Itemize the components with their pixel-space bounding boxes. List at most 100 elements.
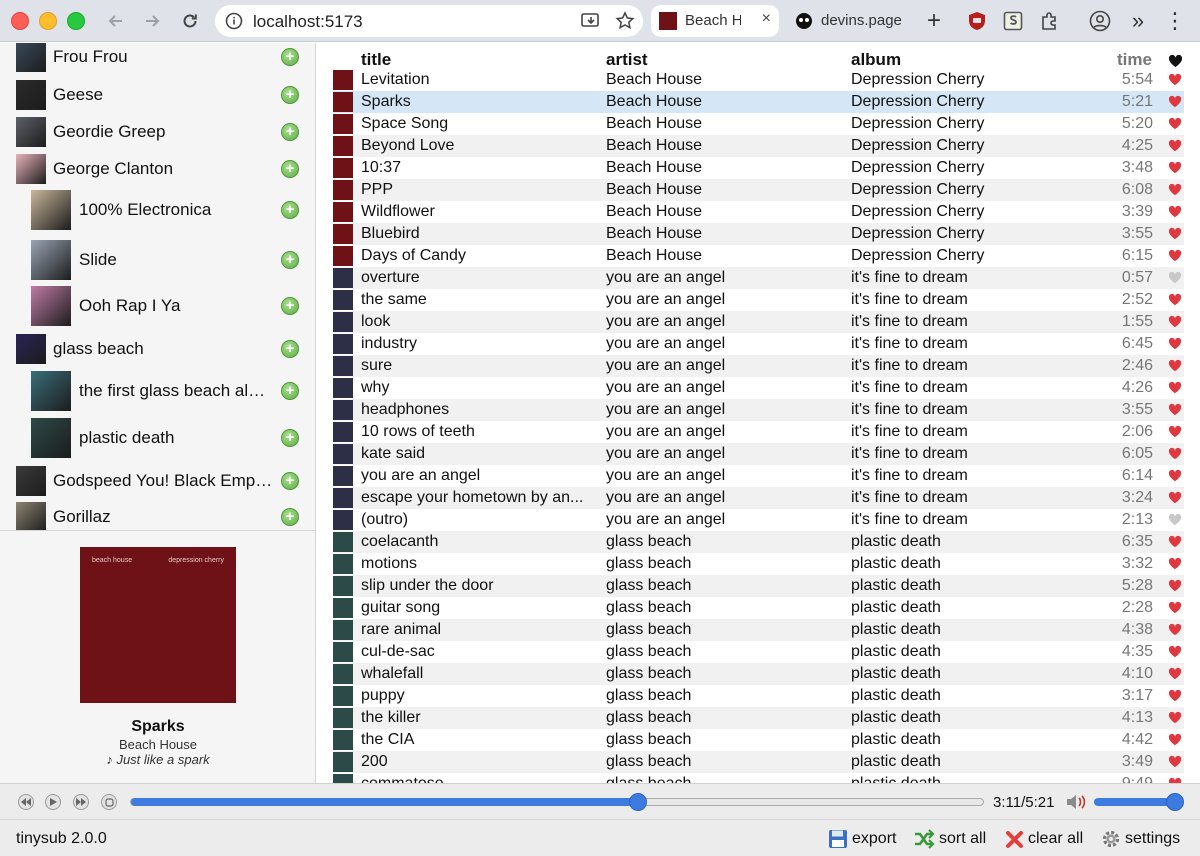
heart-filled-icon[interactable] bbox=[1168, 491, 1182, 505]
album-item[interactable]: 100% Electronica + bbox=[0, 187, 316, 232]
back-arrow-icon[interactable] bbox=[104, 9, 128, 33]
heart-filled-icon[interactable] bbox=[1168, 249, 1182, 263]
table-row[interactable]: headphones you are an angel it's fine to d… bbox=[333, 399, 1184, 421]
seek-handle[interactable] bbox=[629, 793, 648, 811]
heart-filled-icon[interactable] bbox=[1168, 403, 1182, 417]
volume-handle[interactable] bbox=[1166, 793, 1184, 811]
tab-devins-page[interactable]: devins.page bbox=[787, 5, 915, 37]
table-row[interactable]: coelacanth glass beach plastic death 6:35 bbox=[333, 531, 1184, 553]
artist-item[interactable]: Godspeed You! Black Emper... + bbox=[0, 463, 316, 498]
add-to-queue-button[interactable]: + bbox=[281, 200, 299, 219]
table-row[interactable]: Wildflower Beach House Depression Cherry 3:… bbox=[333, 201, 1184, 223]
heart-filled-icon[interactable] bbox=[1168, 359, 1182, 373]
table-row[interactable]: Sparks Beach House Depression Cherry 5:21 bbox=[333, 91, 1184, 113]
track-table[interactable]: title artist album time Levitation Beach … bbox=[317, 43, 1200, 783]
previous-track-icon[interactable] bbox=[18, 794, 34, 810]
minimize-window-button[interactable] bbox=[39, 12, 57, 30]
heart-filled-icon[interactable] bbox=[1168, 447, 1182, 461]
album-item[interactable]: the first glass beach alb... + bbox=[0, 368, 316, 413]
header-title[interactable]: title bbox=[361, 50, 391, 70]
table-row[interactable]: the same you are an angel it's fine to dre… bbox=[333, 289, 1184, 311]
heart-filled-icon[interactable] bbox=[1168, 469, 1182, 483]
add-to-queue-button[interactable]: + bbox=[281, 122, 299, 141]
album-item[interactable]: Slide + bbox=[0, 237, 316, 282]
header-album[interactable]: album bbox=[851, 50, 901, 70]
table-row[interactable]: sure you are an angel it's fine to dream 2:… bbox=[333, 355, 1184, 377]
clear-all-button[interactable]: clear all bbox=[1005, 828, 1083, 850]
header-time[interactable]: time bbox=[1117, 50, 1152, 70]
album-item[interactable]: Ooh Rap I Ya + bbox=[0, 283, 316, 328]
table-row[interactable]: Beyond Love Beach House Depression Cherry 4… bbox=[333, 135, 1184, 157]
heart-filled-icon[interactable] bbox=[1168, 689, 1182, 703]
sort-all-button[interactable]: sort all bbox=[914, 828, 986, 850]
heart-filled-icon[interactable] bbox=[1168, 535, 1182, 549]
add-to-queue-button[interactable]: + bbox=[281, 428, 299, 447]
heart-filled-icon[interactable] bbox=[1168, 95, 1182, 109]
heart-filled-icon[interactable] bbox=[1168, 117, 1182, 131]
table-row[interactable]: Space Song Beach House Depression Cherry 5:… bbox=[333, 113, 1184, 135]
tab-tinysub[interactable]: Beach H × bbox=[651, 5, 779, 37]
add-to-queue-button[interactable]: + bbox=[281, 507, 299, 526]
add-to-queue-button[interactable]: + bbox=[281, 47, 299, 66]
close-tab-icon[interactable]: × bbox=[762, 10, 771, 28]
heart-filled-icon[interactable] bbox=[1168, 381, 1182, 395]
bookmark-star-icon[interactable] bbox=[615, 11, 635, 36]
table-row[interactable]: PPP Beach House Depression Cherry 6:08 bbox=[333, 179, 1184, 201]
heart-filled-icon[interactable] bbox=[1168, 623, 1182, 637]
artist-item[interactable]: glass beach + bbox=[0, 331, 316, 366]
ublock-icon[interactable] bbox=[964, 8, 990, 34]
heart-filled-icon[interactable] bbox=[1168, 755, 1182, 769]
export-button[interactable]: export bbox=[828, 828, 896, 850]
maximize-window-button[interactable] bbox=[67, 12, 85, 30]
heart-filled-icon[interactable] bbox=[1168, 73, 1182, 87]
heart-filled-icon[interactable] bbox=[1168, 293, 1182, 307]
heart-filled-icon[interactable] bbox=[1168, 425, 1182, 439]
add-to-queue-button[interactable]: + bbox=[281, 381, 299, 400]
table-row[interactable]: industry you are an angel it's fine to dre… bbox=[333, 333, 1184, 355]
header-artist[interactable]: artist bbox=[606, 50, 648, 70]
reload-icon[interactable] bbox=[178, 9, 202, 33]
table-row[interactable]: 10:37 Beach House Depression Cherry 3:48 bbox=[333, 157, 1184, 179]
table-row[interactable]: slip under the door glass beach plastic de… bbox=[333, 575, 1184, 597]
table-row[interactable]: rare animal glass beach plastic death 4:38 bbox=[333, 619, 1184, 641]
seek-bar[interactable] bbox=[130, 798, 984, 806]
artist-item[interactable]: Gorillaz + bbox=[0, 499, 316, 530]
table-row[interactable]: why you are an angel it's fine to dream 4:2… bbox=[333, 377, 1184, 399]
artist-item[interactable]: Frou Frou + bbox=[0, 43, 316, 72]
add-to-queue-button[interactable]: + bbox=[281, 339, 299, 358]
heart-filled-icon[interactable] bbox=[1168, 579, 1182, 593]
add-to-queue-button[interactable]: + bbox=[281, 296, 299, 315]
artist-item[interactable]: George Clanton + bbox=[0, 151, 316, 186]
table-row[interactable]: look you are an angel it's fine to dream 1:… bbox=[333, 311, 1184, 333]
address-bar[interactable]: localhost:5173 bbox=[215, 5, 643, 37]
table-row[interactable]: (outro) you are an angel it's fine to drea… bbox=[333, 509, 1184, 531]
table-row[interactable]: whalefall glass beach plastic death 4:10 bbox=[333, 663, 1184, 685]
heart-filled-icon[interactable] bbox=[1168, 667, 1182, 681]
repeat-icon[interactable] bbox=[101, 794, 117, 810]
heart-filled-icon[interactable] bbox=[1168, 227, 1182, 241]
heart-filled-icon[interactable] bbox=[1168, 183, 1182, 197]
table-row[interactable]: escape your hometown by an... you are an … bbox=[333, 487, 1184, 509]
heart-filled-icon[interactable] bbox=[1168, 161, 1182, 175]
table-row[interactable]: 200 glass beach plastic death 3:49 bbox=[333, 751, 1184, 773]
add-to-queue-button[interactable]: + bbox=[281, 471, 299, 490]
heart-filled-icon[interactable] bbox=[1168, 337, 1182, 351]
expand-chevron-icon[interactable]: » bbox=[1125, 8, 1151, 34]
add-to-queue-button[interactable]: + bbox=[281, 85, 299, 104]
table-row[interactable]: cul-de-sac glass beach plastic death 4:35 bbox=[333, 641, 1184, 663]
install-app-icon[interactable] bbox=[581, 12, 601, 35]
table-row[interactable]: the killer glass beach plastic death 4:13 bbox=[333, 707, 1184, 729]
volume-speaker-icon[interactable] bbox=[1065, 793, 1087, 811]
extensions-puzzle-icon[interactable] bbox=[1037, 8, 1063, 34]
table-row[interactable]: overture you are an angel it's fine to dre… bbox=[333, 267, 1184, 289]
table-row[interactable]: you are an angel you are an angel it's fin… bbox=[333, 465, 1184, 487]
table-row[interactable]: Bluebird Beach House Depression Cherry 3:55 bbox=[333, 223, 1184, 245]
stylus-extension-icon[interactable] bbox=[1000, 8, 1026, 34]
table-row[interactable]: 10 rows of teeth you are an angel it's fin… bbox=[333, 421, 1184, 443]
forward-arrow-icon[interactable] bbox=[140, 9, 164, 33]
table-row[interactable]: Days of Candy Beach House Depression Cherr… bbox=[333, 245, 1184, 267]
table-row[interactable]: kate said you are an angel it's fine to dr… bbox=[333, 443, 1184, 465]
browser-menu-icon[interactable]: ⋮ bbox=[1162, 8, 1188, 34]
info-icon[interactable] bbox=[225, 12, 243, 35]
heart-filled-icon[interactable] bbox=[1168, 139, 1182, 153]
